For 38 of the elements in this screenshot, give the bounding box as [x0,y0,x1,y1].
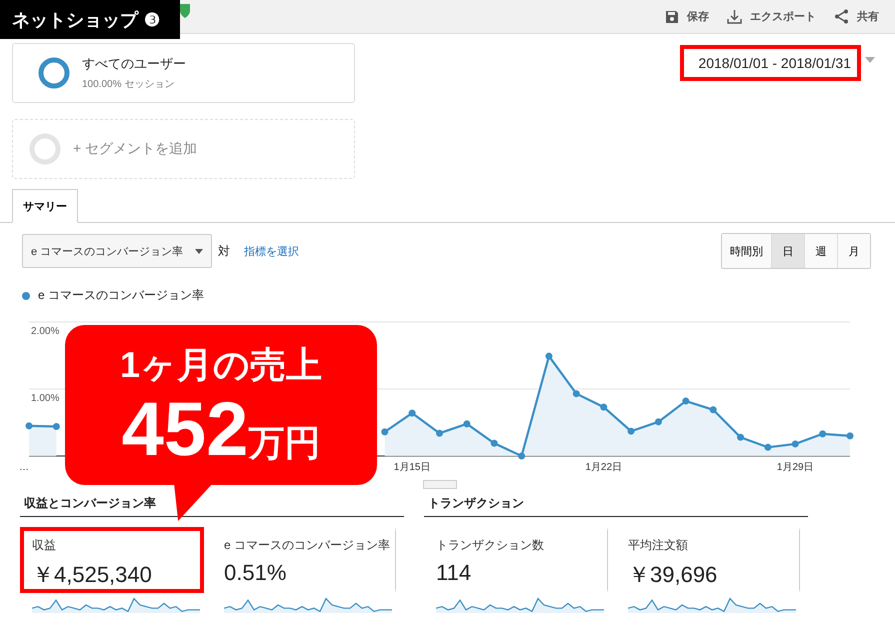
metric-label: e コマースのコンバージョン率 [224,537,389,554]
toolbar-button[interactable]: エクスポート [727,9,816,24]
metric-label: 平均注文額 [628,537,689,554]
segment-name: + セグメントを追加 [73,140,198,158]
add-segment-card[interactable]: + セグメントを追加 [12,119,355,179]
date-range[interactable]: 2018/01/01 - 2018/01/31 [680,45,861,81]
legend-label: e コマースのコンバージョン率 [38,287,204,304]
axis-label: 1.00% [31,393,60,404]
segment-card[interactable]: すべてのユーザー 100.00% セッション [12,43,355,103]
shop-title: ネットショップ [12,8,138,32]
metric-dropdown[interactable]: e コマースのコンバージョン率 [22,234,212,268]
axis-label: 1月29日 [776,462,814,473]
step-number: ❸ [144,8,160,30]
metric-value: ￥4,525,340 [32,561,153,589]
metric-value: ￥39,696 [628,561,718,589]
select-metric-link[interactable]: 指標を選択 [244,244,300,258]
toolbar-button[interactable]: 保存 [665,9,709,24]
granularity-button[interactable]: 週 [804,234,837,268]
segment-detail: 100.00% セッション [82,78,176,91]
section-title: トランザクション [424,495,808,517]
granularity-button[interactable]: 月 [837,234,870,268]
axis-label: 2.00% [31,326,60,337]
segment-name: すべてのユーザー [82,55,186,73]
granularity-button[interactable]: 時間別 [722,234,771,268]
axis-label: 1月15日 [394,462,430,473]
metric-value: 0.51% [224,560,288,586]
metric-label: トランザクション数 [436,537,545,554]
versus-label: 対 [218,242,230,260]
callout-heading: 1ヶ月の売上 [120,343,322,387]
metric-label: 収益 [32,537,57,554]
tab[interactable]: サマリー [12,189,78,223]
toolbar-button[interactable]: 共有 [834,9,879,24]
callout-amount: 452 [122,388,248,472]
axis-label: … [19,462,29,473]
axis-label: 1月22日 [585,462,622,473]
granularity-button[interactable]: 日 [771,234,804,268]
callout-unit: 万円 [248,421,320,465]
metric-value: 114 [436,560,472,586]
